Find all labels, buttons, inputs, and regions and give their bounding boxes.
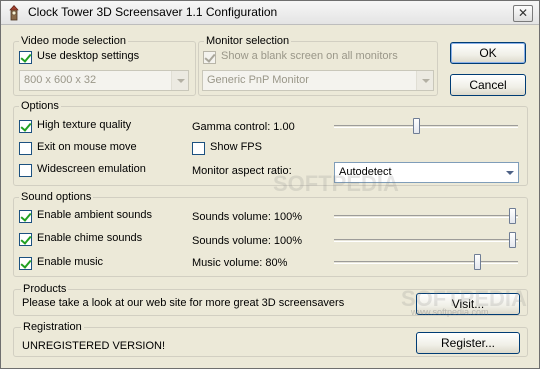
chevron-down-icon bbox=[171, 71, 188, 90]
music-volume-track bbox=[334, 261, 518, 264]
gamma-slider-track bbox=[334, 125, 518, 128]
chime-volume-label: Sounds volume: 100% bbox=[192, 235, 303, 247]
use-desktop-settings-label: Use desktop settings bbox=[37, 50, 140, 62]
chevron-down-icon bbox=[416, 71, 433, 90]
show-fps-label: Show FPS bbox=[210, 141, 262, 153]
close-button[interactable]: ✕ bbox=[513, 5, 533, 22]
sounds-volume-slider[interactable] bbox=[334, 207, 518, 227]
high-texture-check bbox=[19, 120, 32, 133]
ambient-sounds-check bbox=[19, 210, 32, 223]
exit-on-mouse-check bbox=[19, 142, 32, 155]
chime-sounds-checkbox[interactable]: Enable chime sounds bbox=[19, 232, 179, 248]
registration-status: UNREGISTERED VERSION! bbox=[22, 340, 166, 352]
chime-sounds-check bbox=[19, 233, 32, 246]
resolution-select[interactable]: 800 x 600 x 32 bbox=[19, 70, 189, 91]
ambient-sounds-label: Enable ambient sounds bbox=[37, 209, 152, 221]
ok-button[interactable]: OK bbox=[450, 42, 526, 64]
gamma-slider[interactable] bbox=[334, 117, 518, 137]
blank-screen-label: Show a blank screen on all monitors bbox=[221, 50, 398, 62]
high-texture-label: High texture quality bbox=[37, 119, 132, 131]
resolution-value: 800 x 600 x 32 bbox=[24, 74, 97, 86]
sounds-volume-label: Sounds volume: 100% bbox=[192, 211, 303, 223]
config-dialog: Clock Tower 3D Screensaver 1.1 Configura… bbox=[0, 0, 540, 369]
products-text: Please take a look at our web site for m… bbox=[22, 297, 345, 309]
window-title: Clock Tower 3D Screensaver 1.1 Configura… bbox=[28, 5, 278, 19]
music-checkbox[interactable]: Enable music bbox=[19, 256, 179, 272]
show-fps-checkbox[interactable]: Show FPS bbox=[192, 141, 292, 157]
monitor-value: Generic PnP Monitor bbox=[207, 74, 309, 86]
chime-volume-track bbox=[334, 239, 518, 242]
chime-volume-slider[interactable] bbox=[334, 231, 518, 251]
ambient-sounds-checkbox[interactable]: Enable ambient sounds bbox=[19, 209, 179, 225]
blank-screen-check bbox=[203, 51, 216, 64]
high-texture-checkbox[interactable]: High texture quality bbox=[19, 119, 169, 135]
gamma-slider-thumb[interactable] bbox=[413, 118, 420, 134]
music-label: Enable music bbox=[37, 256, 104, 268]
cancel-button[interactable]: Cancel bbox=[450, 74, 526, 96]
options-group-label: Options bbox=[19, 100, 61, 112]
video-mode-group-label: Video mode selection bbox=[19, 35, 128, 47]
use-desktop-settings-checkbox[interactable]: Use desktop settings bbox=[19, 50, 179, 66]
music-volume-slider[interactable] bbox=[334, 253, 518, 273]
music-volume-label: Music volume: 80% bbox=[192, 257, 288, 269]
sounds-volume-thumb[interactable] bbox=[509, 208, 516, 224]
music-volume-thumb[interactable] bbox=[474, 254, 481, 270]
use-desktop-settings-check bbox=[19, 51, 32, 64]
exit-on-mouse-label: Exit on mouse move bbox=[37, 141, 137, 153]
products-group-label: Products bbox=[21, 283, 69, 295]
widescreen-check bbox=[19, 164, 32, 177]
softpedia-url-watermark: www.softpedia.com bbox=[411, 307, 489, 317]
widescreen-label: Widescreen emulation bbox=[37, 163, 146, 175]
chime-sounds-label: Enable chime sounds bbox=[37, 232, 143, 244]
monitor-group-label: Monitor selection bbox=[204, 35, 292, 47]
music-check bbox=[19, 257, 32, 270]
blank-screen-checkbox[interactable]: Show a blank screen on all monitors bbox=[203, 50, 433, 66]
registration-group-label: Registration bbox=[21, 321, 84, 333]
clock-tower-app-icon bbox=[6, 5, 22, 21]
widescreen-checkbox[interactable]: Widescreen emulation bbox=[19, 163, 169, 179]
sound-options-group-label: Sound options bbox=[19, 191, 94, 203]
exit-on-mouse-checkbox[interactable]: Exit on mouse move bbox=[19, 141, 169, 157]
title-bar[interactable]: Clock Tower 3D Screensaver 1.1 Configura… bbox=[1, 1, 539, 25]
sounds-volume-track bbox=[334, 215, 518, 218]
close-icon: ✕ bbox=[517, 6, 529, 20]
monitor-select[interactable]: Generic PnP Monitor bbox=[202, 70, 434, 91]
chime-volume-thumb[interactable] bbox=[509, 232, 516, 248]
register-button[interactable]: Register... bbox=[416, 332, 520, 354]
chevron-down-icon bbox=[501, 163, 518, 182]
gamma-label: Gamma control: 1.00 bbox=[192, 121, 295, 133]
softpedia-watermark: SOFTPEDIA bbox=[273, 171, 399, 196]
show-fps-check bbox=[192, 142, 205, 155]
